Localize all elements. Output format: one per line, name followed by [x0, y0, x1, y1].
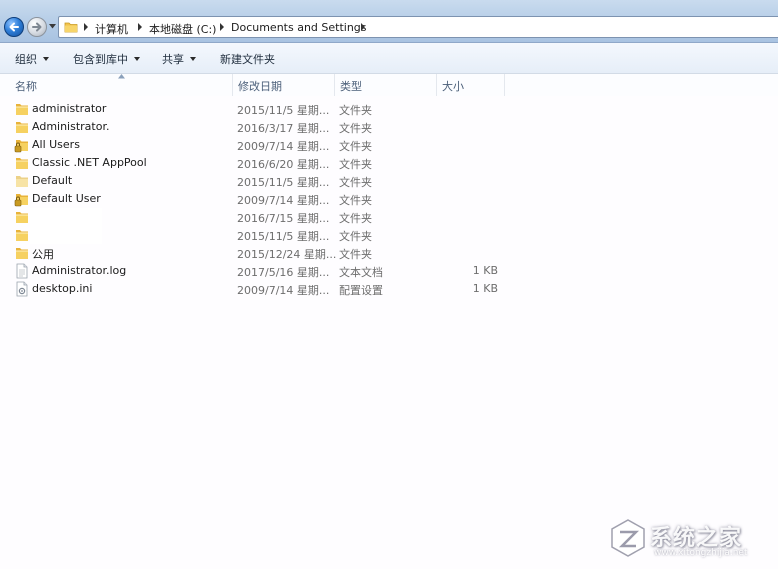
address-bar-strip: 计算机 本地磁盘 (C:) Documents and Settings: [0, 0, 778, 43]
file-row[interactable]: All Users 2009/7/14 星期... 文件夹: [0, 136, 520, 154]
sort-ascending-icon: [118, 74, 125, 79]
file-name: Administrator.: [32, 120, 110, 133]
file-date: 2015/11/5 星期...: [237, 104, 330, 117]
file-size: 1 KB: [472, 282, 498, 295]
redacted-name-block: [30, 226, 102, 244]
watermark-logo-icon: [611, 519, 645, 557]
breadcrumb-computer[interactable]: 计算机: [95, 21, 128, 37]
file-row[interactable]: desktop.ini 2009/7/14 星期... 配置设置 1 KB: [0, 280, 520, 298]
file-name: All Users: [32, 138, 80, 151]
file-type: 配置设置: [339, 284, 383, 297]
share-label: 共享: [162, 53, 184, 66]
include-in-library-button[interactable]: 包含到库中: [73, 51, 140, 67]
organize-label: 组织: [15, 53, 37, 66]
file-name: 公用: [32, 248, 54, 261]
new-folder-button[interactable]: 新建文件夹: [220, 51, 275, 67]
file-type: 文件夹: [339, 176, 372, 189]
folder-icon: [16, 230, 28, 241]
file-name: Default User: [32, 192, 101, 205]
file-row[interactable]: 2015/11/5 星期... 文件夹: [0, 226, 520, 244]
dropdown-arrow-icon: [190, 57, 196, 61]
folder-icon: [16, 176, 28, 187]
column-type-label: 类型: [340, 80, 362, 93]
folder-icon: [16, 158, 28, 169]
back-button[interactable]: [4, 17, 24, 37]
file-name: Administrator.log: [32, 264, 127, 277]
file-date: 2016/3/17 星期...: [237, 122, 330, 135]
redacted-name-block: [30, 208, 102, 226]
folder-icon: [64, 22, 78, 33]
file-row[interactable]: 2016/7/15 星期... 文件夹: [0, 208, 520, 226]
file-date: 2009/7/14 星期...: [237, 194, 330, 207]
file-date: 2016/6/20 星期...: [237, 158, 330, 171]
locked-folder-icon: [14, 140, 28, 153]
file-type: 文件夹: [339, 212, 372, 225]
command-toolbar: 组织 包含到库中 共享 新建文件夹: [0, 43, 778, 74]
column-header-size[interactable]: 大小: [437, 74, 505, 96]
file-name: desktop.ini: [32, 282, 93, 295]
organize-button[interactable]: 组织: [15, 51, 49, 67]
settings-file-icon: [16, 281, 28, 297]
column-name-label: 名称: [15, 80, 37, 93]
file-type: 文件夹: [339, 248, 372, 261]
file-date: 2015/11/5 星期...: [237, 230, 330, 243]
column-header: 名称 修改日期 类型 大小: [0, 74, 778, 96]
file-type: 文件夹: [339, 122, 372, 135]
column-header-date[interactable]: 修改日期: [233, 74, 335, 96]
column-header-name[interactable]: 名称: [0, 74, 233, 96]
file-date: 2009/7/14 星期...: [237, 140, 330, 153]
file-date: 2016/7/15 星期...: [237, 212, 330, 225]
breadcrumb-separator-icon[interactable]: [360, 23, 366, 31]
file-type: 文件夹: [339, 104, 372, 117]
file-type: 文件夹: [339, 158, 372, 171]
file-size: 1 KB: [472, 264, 498, 277]
breadcrumb-documents-and-settings[interactable]: Documents and Settings: [231, 21, 367, 34]
breadcrumb-separator-icon[interactable]: [219, 23, 225, 31]
address-box[interactable]: 计算机 本地磁盘 (C:) Documents and Settings: [58, 16, 778, 38]
file-name: administrator: [32, 102, 107, 115]
file-row[interactable]: Classic .NET AppPool 2016/6/20 星期... 文件夹: [0, 154, 520, 172]
file-row[interactable]: Administrator. 2016/3/17 星期... 文件夹: [0, 118, 520, 136]
file-date: 2009/7/14 星期...: [237, 284, 330, 297]
file-row[interactable]: Default 2015/11/5 星期... 文件夹: [0, 172, 520, 190]
file-type: 文件夹: [339, 230, 372, 243]
locked-folder-icon: [14, 194, 28, 207]
file-date: 2017/5/16 星期...: [237, 266, 330, 279]
folder-icon: [16, 212, 28, 223]
file-row[interactable]: 公用 2015/12/24 星期... 文件夹: [0, 244, 520, 262]
share-button[interactable]: 共享: [162, 51, 196, 67]
file-name: Default: [32, 174, 73, 187]
dropdown-arrow-icon: [134, 57, 140, 61]
forward-button[interactable]: [27, 17, 47, 37]
back-arrow-icon: [9, 22, 19, 32]
breadcrumb-separator-icon[interactable]: [83, 23, 89, 31]
column-date-label: 修改日期: [238, 80, 282, 93]
file-row[interactable]: Administrator.log 2017/5/16 星期... 文本文档 1…: [0, 262, 520, 280]
file-type: 文件夹: [339, 140, 372, 153]
dropdown-arrow-icon: [43, 57, 49, 61]
text-file-icon: [16, 263, 28, 279]
breadcrumb-local-disk[interactable]: 本地磁盘 (C:): [149, 21, 216, 37]
new-folder-label: 新建文件夹: [220, 53, 275, 66]
folder-icon: [16, 122, 28, 133]
file-name: Classic .NET AppPool: [32, 156, 147, 169]
include-in-library-label: 包含到库中: [73, 53, 128, 66]
folder-icon: [16, 248, 28, 259]
file-type: 文本文档: [339, 266, 383, 279]
column-header-type[interactable]: 类型: [335, 74, 437, 96]
folder-icon: [16, 104, 28, 115]
breadcrumb-separator-icon[interactable]: [137, 23, 143, 31]
file-row[interactable]: administrator 2015/11/5 星期... 文件夹: [0, 100, 520, 118]
watermark-url: www.xitongzhijia.net: [654, 548, 748, 558]
recent-pages-dropdown-icon[interactable]: [49, 24, 56, 29]
file-date: 2015/12/24 星期...: [237, 248, 337, 261]
file-date: 2015/11/5 星期...: [237, 176, 330, 189]
watermark: 系统之家 www.xitongzhijia.net: [606, 514, 776, 564]
forward-arrow-icon: [32, 22, 42, 32]
file-type: 文件夹: [339, 194, 372, 207]
file-row[interactable]: Default User 2009/7/14 星期... 文件夹: [0, 190, 520, 208]
column-size-label: 大小: [442, 80, 464, 93]
